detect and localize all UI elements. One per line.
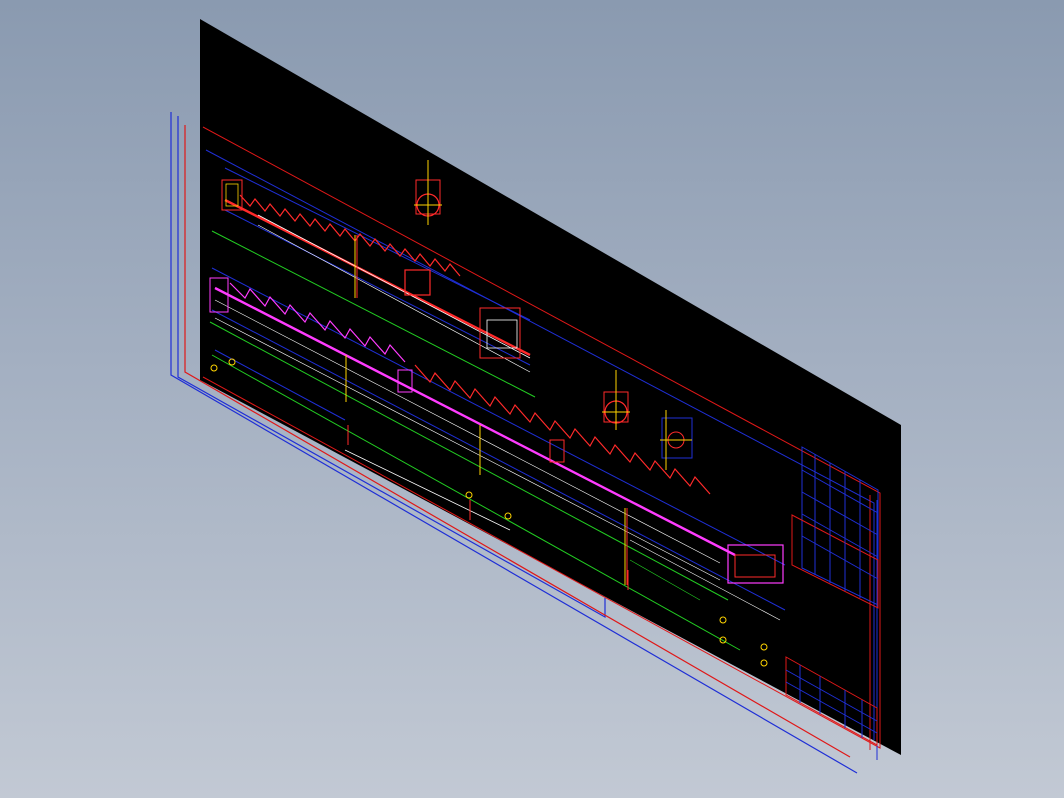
3d-model-viewport[interactable] <box>0 0 1064 798</box>
drawing-sheet <box>200 19 901 755</box>
cad-drawing-svg <box>170 19 901 774</box>
